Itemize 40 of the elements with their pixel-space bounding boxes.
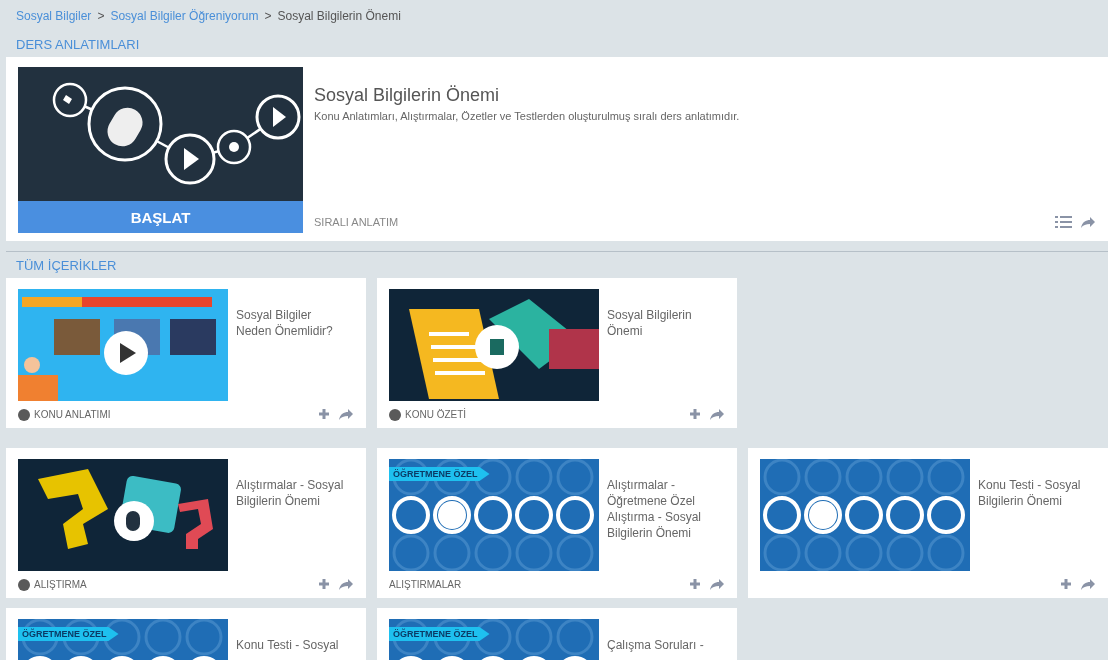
teacher-badge: ÖĞRETMENE ÖZEL bbox=[389, 467, 490, 481]
teacher-badge: ÖĞRETMENE ÖZEL bbox=[18, 627, 119, 641]
share-icon[interactable] bbox=[338, 578, 354, 591]
answer-circles-drawing[interactable] bbox=[760, 459, 970, 571]
content-title[interactable]: Sosyal Bilgilerin Önemi bbox=[607, 289, 715, 401]
breadcrumb-current: Sosyal Bilgilerin Önemi bbox=[277, 9, 401, 23]
content-type-label: KONU ANLATIMI bbox=[34, 409, 111, 420]
content-title[interactable]: Alıştırmalar - Sosyal Bilgilerin Önemi bbox=[236, 459, 344, 571]
start-button[interactable]: BAŞLAT bbox=[18, 201, 303, 233]
video-thumbnail-drawing[interactable] bbox=[18, 289, 228, 401]
question-marks-drawing[interactable] bbox=[18, 459, 228, 571]
share-icon[interactable] bbox=[709, 408, 725, 421]
content-title[interactable]: Konu Testi - Sosyal bbox=[236, 619, 344, 660]
breadcrumb-separator: > bbox=[264, 9, 272, 23]
add-icon[interactable] bbox=[318, 578, 330, 590]
add-icon[interactable] bbox=[318, 408, 330, 420]
share-icon[interactable] bbox=[709, 578, 725, 591]
document-thumbnail-drawing[interactable] bbox=[389, 289, 599, 401]
content-type-label: ALIŞTIRMA bbox=[34, 579, 87, 590]
content-type-label: ALIŞTIRMALAR bbox=[389, 579, 462, 590]
lesson-title: Sosyal Bilgilerin Önemi bbox=[314, 85, 501, 106]
lesson-description: Konu Anlatımları, Alıştırmalar, Özetler ve Testlerden oluşturulmuş sıralı ders anlatımıdır. bbox=[314, 110, 741, 122]
content-title[interactable]: Çalışma Soruları - bbox=[607, 619, 715, 660]
share-icon[interactable] bbox=[1080, 578, 1096, 591]
share-icon[interactable] bbox=[338, 408, 354, 421]
section-heading: DERS ANLATIMLARI bbox=[15, 36, 141, 51]
answer-circles-drawing[interactable] bbox=[389, 459, 599, 571]
section-heading: TÜM İÇERİKLER bbox=[15, 257, 118, 275]
content-title[interactable]: Sosyal Bilgiler Neden Önemlidir? bbox=[236, 289, 344, 401]
teacher-badge: ÖĞRETMENE ÖZEL bbox=[389, 627, 490, 641]
breadcrumb-separator: > bbox=[97, 9, 105, 23]
add-icon[interactable] bbox=[689, 578, 701, 590]
add-icon[interactable] bbox=[1060, 578, 1072, 590]
content-title[interactable]: Alıştırmalar - Öğretmene Özel Alıştırma - Sosyal Bilgilerin Önemi bbox=[607, 459, 715, 571]
content-type-label: KONU ÖZETİ bbox=[405, 409, 467, 420]
add-icon[interactable] bbox=[689, 408, 701, 420]
lesson-type-label: SIRALI ANLATIM bbox=[314, 216, 399, 228]
list-icon[interactable] bbox=[1055, 215, 1072, 229]
content-title[interactable]: Konu Testi - Sosyal Bilgilerin Önemi bbox=[978, 459, 1086, 571]
share-icon[interactable] bbox=[1080, 215, 1096, 229]
